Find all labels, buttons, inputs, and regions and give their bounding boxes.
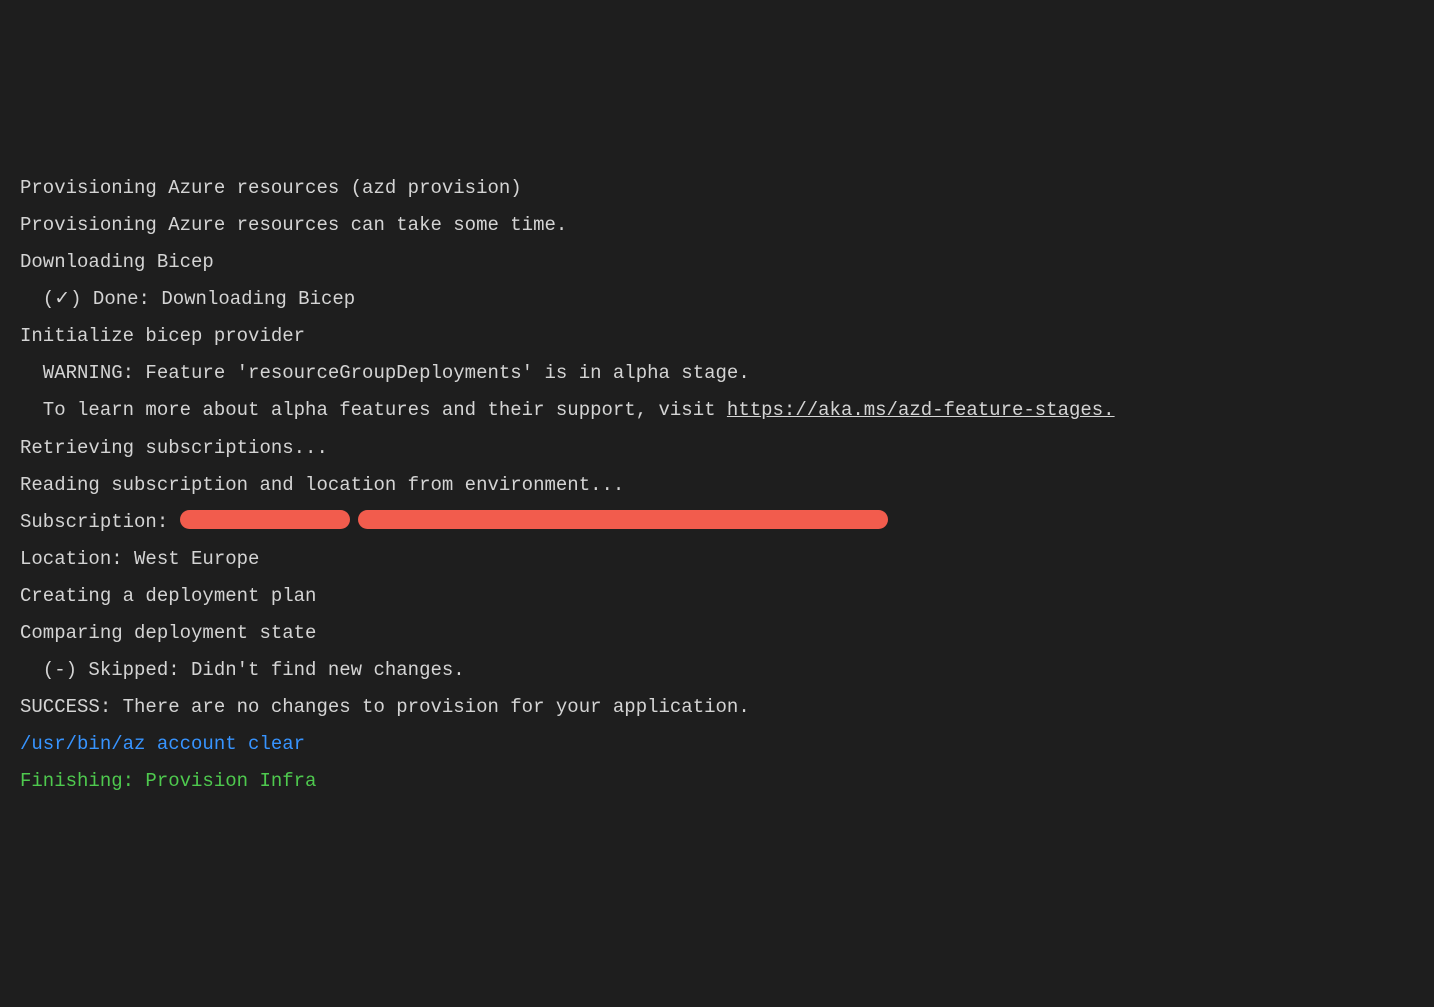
terminal-text: To learn more about alpha features and t…	[20, 399, 727, 421]
terminal-line: To learn more about alpha features and t…	[20, 392, 1414, 429]
terminal-line: Retrieving subscriptions...	[20, 430, 1414, 467]
terminal-line-subscription: Subscription:	[20, 504, 1414, 541]
terminal-output: Provisioning Azure resources (azd provis…	[20, 170, 1414, 800]
terminal-line-success: SUCCESS: There are no changes to provisi…	[20, 689, 1414, 726]
subscription-label: Subscription:	[20, 511, 180, 533]
terminal-line: Comparing deployment state	[20, 615, 1414, 652]
redacted-subscription-name	[180, 510, 350, 528]
redacted-subscription-id	[358, 510, 888, 528]
terminal-line-skipped: (-) Skipped: Didn't find new changes.	[20, 652, 1414, 689]
terminal-line-command: /usr/bin/az account clear	[20, 726, 1414, 763]
terminal-line-done: (✓) Done: Downloading Bicep	[20, 281, 1414, 318]
terminal-line: Creating a deployment plan	[20, 578, 1414, 615]
terminal-line-location: Location: West Europe	[20, 541, 1414, 578]
terminal-line: Downloading Bicep	[20, 244, 1414, 281]
terminal-line-warning: WARNING: Feature 'resourceGroupDeploymen…	[20, 355, 1414, 392]
terminal-line: Provisioning Azure resources can take so…	[20, 207, 1414, 244]
feature-stages-link[interactable]: https://aka.ms/azd-feature-stages.	[727, 399, 1115, 421]
terminal-line-finishing: Finishing: Provision Infra	[20, 763, 1414, 800]
terminal-line: Provisioning Azure resources (azd provis…	[20, 170, 1414, 207]
terminal-line: Reading subscription and location from e…	[20, 467, 1414, 504]
terminal-line: Initialize bicep provider	[20, 318, 1414, 355]
